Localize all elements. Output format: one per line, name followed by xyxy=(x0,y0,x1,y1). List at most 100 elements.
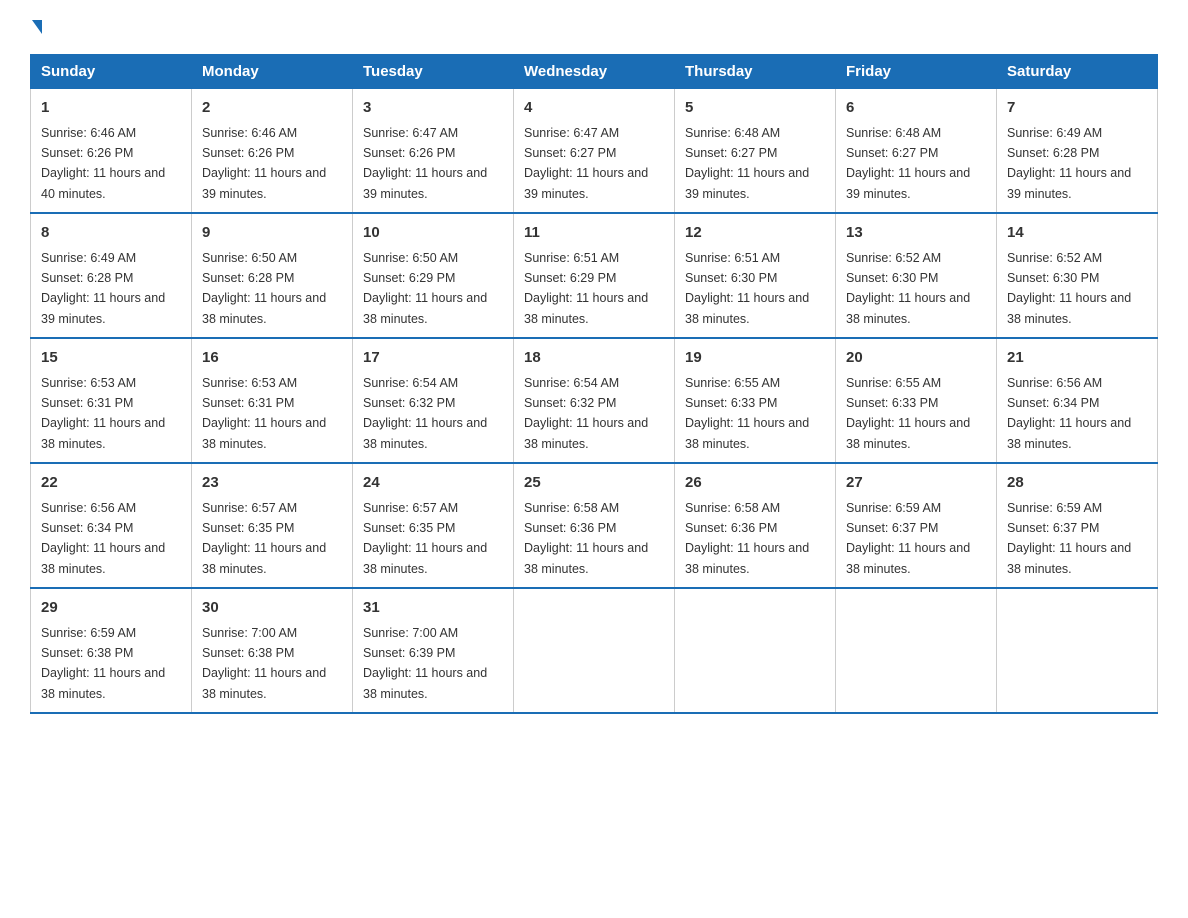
day-number: 25 xyxy=(524,472,664,495)
day-number: 12 xyxy=(685,222,825,245)
day-number: 26 xyxy=(685,472,825,495)
calendar-day-cell xyxy=(675,588,836,713)
calendar-day-cell: 16 Sunrise: 6:53 AMSunset: 6:31 PMDaylig… xyxy=(192,338,353,463)
day-info: Sunrise: 6:51 AMSunset: 6:29 PMDaylight:… xyxy=(524,251,648,326)
day-info: Sunrise: 6:56 AMSunset: 6:34 PMDaylight:… xyxy=(1007,376,1131,451)
day-info: Sunrise: 6:50 AMSunset: 6:29 PMDaylight:… xyxy=(363,251,487,326)
day-number: 2 xyxy=(202,97,342,120)
calendar-day-cell: 15 Sunrise: 6:53 AMSunset: 6:31 PMDaylig… xyxy=(31,338,192,463)
day-number: 10 xyxy=(363,222,503,245)
day-info: Sunrise: 6:53 AMSunset: 6:31 PMDaylight:… xyxy=(202,376,326,451)
day-info: Sunrise: 6:55 AMSunset: 6:33 PMDaylight:… xyxy=(846,376,970,451)
calendar-day-cell: 27 Sunrise: 6:59 AMSunset: 6:37 PMDaylig… xyxy=(836,463,997,588)
calendar-week-row: 1 Sunrise: 6:46 AMSunset: 6:26 PMDayligh… xyxy=(31,89,1158,214)
day-info: Sunrise: 6:53 AMSunset: 6:31 PMDaylight:… xyxy=(41,376,165,451)
calendar-table: SundayMondayTuesdayWednesdayThursdayFrid… xyxy=(30,54,1158,714)
calendar-day-cell: 12 Sunrise: 6:51 AMSunset: 6:30 PMDaylig… xyxy=(675,213,836,338)
calendar-day-cell: 13 Sunrise: 6:52 AMSunset: 6:30 PMDaylig… xyxy=(836,213,997,338)
day-number: 5 xyxy=(685,97,825,120)
calendar-day-cell: 26 Sunrise: 6:58 AMSunset: 6:36 PMDaylig… xyxy=(675,463,836,588)
day-number: 21 xyxy=(1007,347,1147,370)
day-number: 24 xyxy=(363,472,503,495)
calendar-day-cell: 22 Sunrise: 6:56 AMSunset: 6:34 PMDaylig… xyxy=(31,463,192,588)
calendar-day-cell: 11 Sunrise: 6:51 AMSunset: 6:29 PMDaylig… xyxy=(514,213,675,338)
calendar-header-sunday: Sunday xyxy=(31,55,192,89)
calendar-header-friday: Friday xyxy=(836,55,997,89)
calendar-day-cell: 6 Sunrise: 6:48 AMSunset: 6:27 PMDayligh… xyxy=(836,89,997,214)
day-number: 18 xyxy=(524,347,664,370)
day-info: Sunrise: 6:48 AMSunset: 6:27 PMDaylight:… xyxy=(685,126,809,201)
calendar-body: 1 Sunrise: 6:46 AMSunset: 6:26 PMDayligh… xyxy=(31,89,1158,714)
day-number: 4 xyxy=(524,97,664,120)
day-info: Sunrise: 6:50 AMSunset: 6:28 PMDaylight:… xyxy=(202,251,326,326)
calendar-week-row: 15 Sunrise: 6:53 AMSunset: 6:31 PMDaylig… xyxy=(31,338,1158,463)
calendar-day-cell: 21 Sunrise: 6:56 AMSunset: 6:34 PMDaylig… xyxy=(997,338,1158,463)
logo xyxy=(30,20,42,34)
day-info: Sunrise: 6:58 AMSunset: 6:36 PMDaylight:… xyxy=(685,501,809,576)
day-number: 29 xyxy=(41,597,181,620)
calendar-day-cell: 29 Sunrise: 6:59 AMSunset: 6:38 PMDaylig… xyxy=(31,588,192,713)
calendar-day-cell: 24 Sunrise: 6:57 AMSunset: 6:35 PMDaylig… xyxy=(353,463,514,588)
calendar-day-cell: 7 Sunrise: 6:49 AMSunset: 6:28 PMDayligh… xyxy=(997,89,1158,214)
calendar-day-cell: 14 Sunrise: 6:52 AMSunset: 6:30 PMDaylig… xyxy=(997,213,1158,338)
day-number: 16 xyxy=(202,347,342,370)
calendar-day-cell xyxy=(514,588,675,713)
calendar-header-thursday: Thursday xyxy=(675,55,836,89)
day-number: 7 xyxy=(1007,97,1147,120)
logo-arrow-icon xyxy=(32,20,42,34)
calendar-day-cell: 18 Sunrise: 6:54 AMSunset: 6:32 PMDaylig… xyxy=(514,338,675,463)
calendar-day-cell: 1 Sunrise: 6:46 AMSunset: 6:26 PMDayligh… xyxy=(31,89,192,214)
day-number: 1 xyxy=(41,97,181,120)
calendar-week-row: 29 Sunrise: 6:59 AMSunset: 6:38 PMDaylig… xyxy=(31,588,1158,713)
calendar-day-cell: 3 Sunrise: 6:47 AMSunset: 6:26 PMDayligh… xyxy=(353,89,514,214)
day-info: Sunrise: 6:54 AMSunset: 6:32 PMDaylight:… xyxy=(524,376,648,451)
calendar-day-cell: 2 Sunrise: 6:46 AMSunset: 6:26 PMDayligh… xyxy=(192,89,353,214)
day-info: Sunrise: 6:59 AMSunset: 6:38 PMDaylight:… xyxy=(41,626,165,701)
day-number: 28 xyxy=(1007,472,1147,495)
day-info: Sunrise: 6:55 AMSunset: 6:33 PMDaylight:… xyxy=(685,376,809,451)
calendar-day-cell xyxy=(997,588,1158,713)
day-info: Sunrise: 6:47 AMSunset: 6:27 PMDaylight:… xyxy=(524,126,648,201)
day-info: Sunrise: 6:59 AMSunset: 6:37 PMDaylight:… xyxy=(1007,501,1131,576)
calendar-day-cell: 25 Sunrise: 6:58 AMSunset: 6:36 PMDaylig… xyxy=(514,463,675,588)
calendar-day-cell: 9 Sunrise: 6:50 AMSunset: 6:28 PMDayligh… xyxy=(192,213,353,338)
day-number: 27 xyxy=(846,472,986,495)
day-number: 31 xyxy=(363,597,503,620)
calendar-header-saturday: Saturday xyxy=(997,55,1158,89)
day-number: 3 xyxy=(363,97,503,120)
calendar-day-cell: 10 Sunrise: 6:50 AMSunset: 6:29 PMDaylig… xyxy=(353,213,514,338)
day-number: 19 xyxy=(685,347,825,370)
day-number: 30 xyxy=(202,597,342,620)
calendar-day-cell: 30 Sunrise: 7:00 AMSunset: 6:38 PMDaylig… xyxy=(192,588,353,713)
day-number: 13 xyxy=(846,222,986,245)
day-number: 6 xyxy=(846,97,986,120)
day-info: Sunrise: 6:52 AMSunset: 6:30 PMDaylight:… xyxy=(846,251,970,326)
day-info: Sunrise: 6:54 AMSunset: 6:32 PMDaylight:… xyxy=(363,376,487,451)
day-info: Sunrise: 6:51 AMSunset: 6:30 PMDaylight:… xyxy=(685,251,809,326)
calendar-day-cell: 8 Sunrise: 6:49 AMSunset: 6:28 PMDayligh… xyxy=(31,213,192,338)
day-number: 20 xyxy=(846,347,986,370)
calendar-day-cell: 4 Sunrise: 6:47 AMSunset: 6:27 PMDayligh… xyxy=(514,89,675,214)
day-number: 23 xyxy=(202,472,342,495)
calendar-day-cell: 19 Sunrise: 6:55 AMSunset: 6:33 PMDaylig… xyxy=(675,338,836,463)
calendar-header-monday: Monday xyxy=(192,55,353,89)
calendar-header-wednesday: Wednesday xyxy=(514,55,675,89)
calendar-day-cell: 17 Sunrise: 6:54 AMSunset: 6:32 PMDaylig… xyxy=(353,338,514,463)
calendar-day-cell: 20 Sunrise: 6:55 AMSunset: 6:33 PMDaylig… xyxy=(836,338,997,463)
day-info: Sunrise: 6:56 AMSunset: 6:34 PMDaylight:… xyxy=(41,501,165,576)
day-info: Sunrise: 7:00 AMSunset: 6:38 PMDaylight:… xyxy=(202,626,326,701)
day-info: Sunrise: 7:00 AMSunset: 6:39 PMDaylight:… xyxy=(363,626,487,701)
day-number: 9 xyxy=(202,222,342,245)
calendar-day-cell: 31 Sunrise: 7:00 AMSunset: 6:39 PMDaylig… xyxy=(353,588,514,713)
day-number: 17 xyxy=(363,347,503,370)
day-number: 11 xyxy=(524,222,664,245)
calendar-header-tuesday: Tuesday xyxy=(353,55,514,89)
day-info: Sunrise: 6:49 AMSunset: 6:28 PMDaylight:… xyxy=(1007,126,1131,201)
day-info: Sunrise: 6:57 AMSunset: 6:35 PMDaylight:… xyxy=(202,501,326,576)
calendar-day-cell: 5 Sunrise: 6:48 AMSunset: 6:27 PMDayligh… xyxy=(675,89,836,214)
day-info: Sunrise: 6:47 AMSunset: 6:26 PMDaylight:… xyxy=(363,126,487,201)
day-number: 8 xyxy=(41,222,181,245)
day-number: 15 xyxy=(41,347,181,370)
day-info: Sunrise: 6:57 AMSunset: 6:35 PMDaylight:… xyxy=(363,501,487,576)
day-info: Sunrise: 6:46 AMSunset: 6:26 PMDaylight:… xyxy=(202,126,326,201)
